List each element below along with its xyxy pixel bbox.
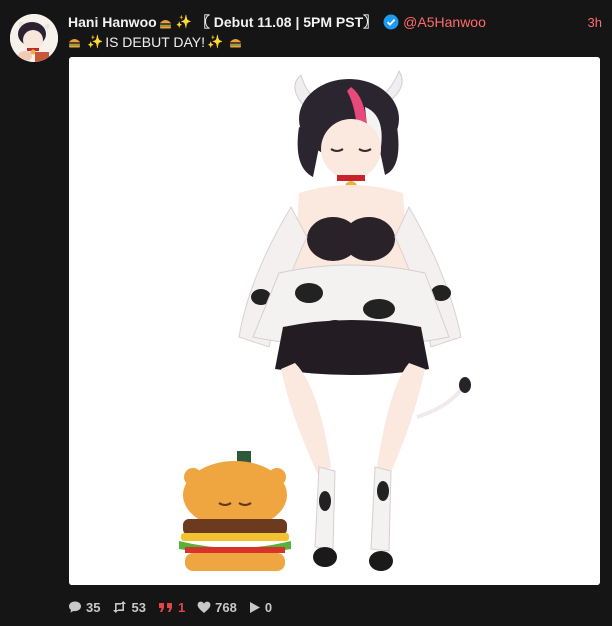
reply-button[interactable]: 35 xyxy=(68,600,100,615)
tweet-text: IS DEBUT DAY! xyxy=(105,34,206,50)
tweet-actions: 35 53 1 768 0 xyxy=(68,598,284,616)
quote-button[interactable]: 1 xyxy=(158,600,185,615)
burger-icon xyxy=(159,19,171,29)
views-button[interactable]: 0 xyxy=(249,600,272,615)
avatar[interactable] xyxy=(10,14,58,62)
views-count: 0 xyxy=(264,599,273,615)
retweet-button[interactable]: 53 xyxy=(112,599,146,615)
tweet-body: ✨ IS DEBUT DAY! ✨ xyxy=(68,34,242,50)
verified-badge-icon xyxy=(383,14,399,30)
burger-emoji xyxy=(159,14,172,30)
sparkles-icon: ✨ xyxy=(175,14,192,29)
tweet-header: Hani Hanwoo ✨ 〖 Debut 11.08 | 5PM PST〗 @… xyxy=(68,12,602,32)
quote-count: 1 xyxy=(177,599,186,615)
avatar-image xyxy=(10,14,58,62)
media-illustration xyxy=(69,57,600,585)
heart-icon xyxy=(197,601,211,613)
reply-icon xyxy=(69,601,81,613)
burger-mascot xyxy=(179,451,291,571)
handle-link[interactable]: @A5Hanwoo xyxy=(403,14,486,30)
burger-icon xyxy=(230,38,242,47)
retweet-icon xyxy=(113,601,127,613)
like-button[interactable]: 768 xyxy=(197,600,237,615)
like-count: 768 xyxy=(215,599,237,615)
sparkles-icon: ✨ xyxy=(87,34,104,49)
sparkles-icon: ✨ xyxy=(207,34,224,49)
tweet-media[interactable] xyxy=(69,57,600,585)
burger-icon xyxy=(69,38,80,47)
retweet-count: 53 xyxy=(131,599,146,615)
display-name[interactable]: Hani Hanwoo xyxy=(68,14,157,30)
play-icon xyxy=(249,601,260,613)
timestamp[interactable]: 3h xyxy=(588,15,602,30)
reply-count: 35 xyxy=(86,599,101,615)
name-suffix: 〖 Debut 11.08 | 5PM PST〗 xyxy=(195,14,378,30)
quote-icon xyxy=(158,603,172,612)
